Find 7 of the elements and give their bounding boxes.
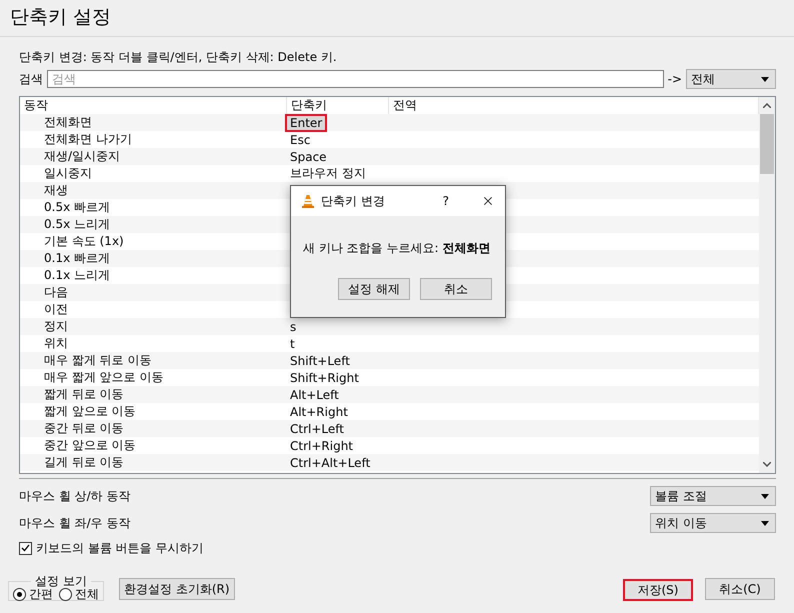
option-label: 마우스 휠 상/하 동작 [19, 488, 130, 504]
hint-text: 단축키 변경: 동작 더블 클릭/엔터, 단축키 삭제: Delete 키. [19, 49, 338, 65]
group-title: 설정 보기 [34, 573, 88, 589]
option-label: 마우스 휠 좌/우 동작 [19, 514, 130, 532]
arrow-text: -> [668, 72, 682, 86]
window-title: 단축키 설정 [0, 0, 794, 37]
search-label: 검색 [19, 70, 43, 88]
